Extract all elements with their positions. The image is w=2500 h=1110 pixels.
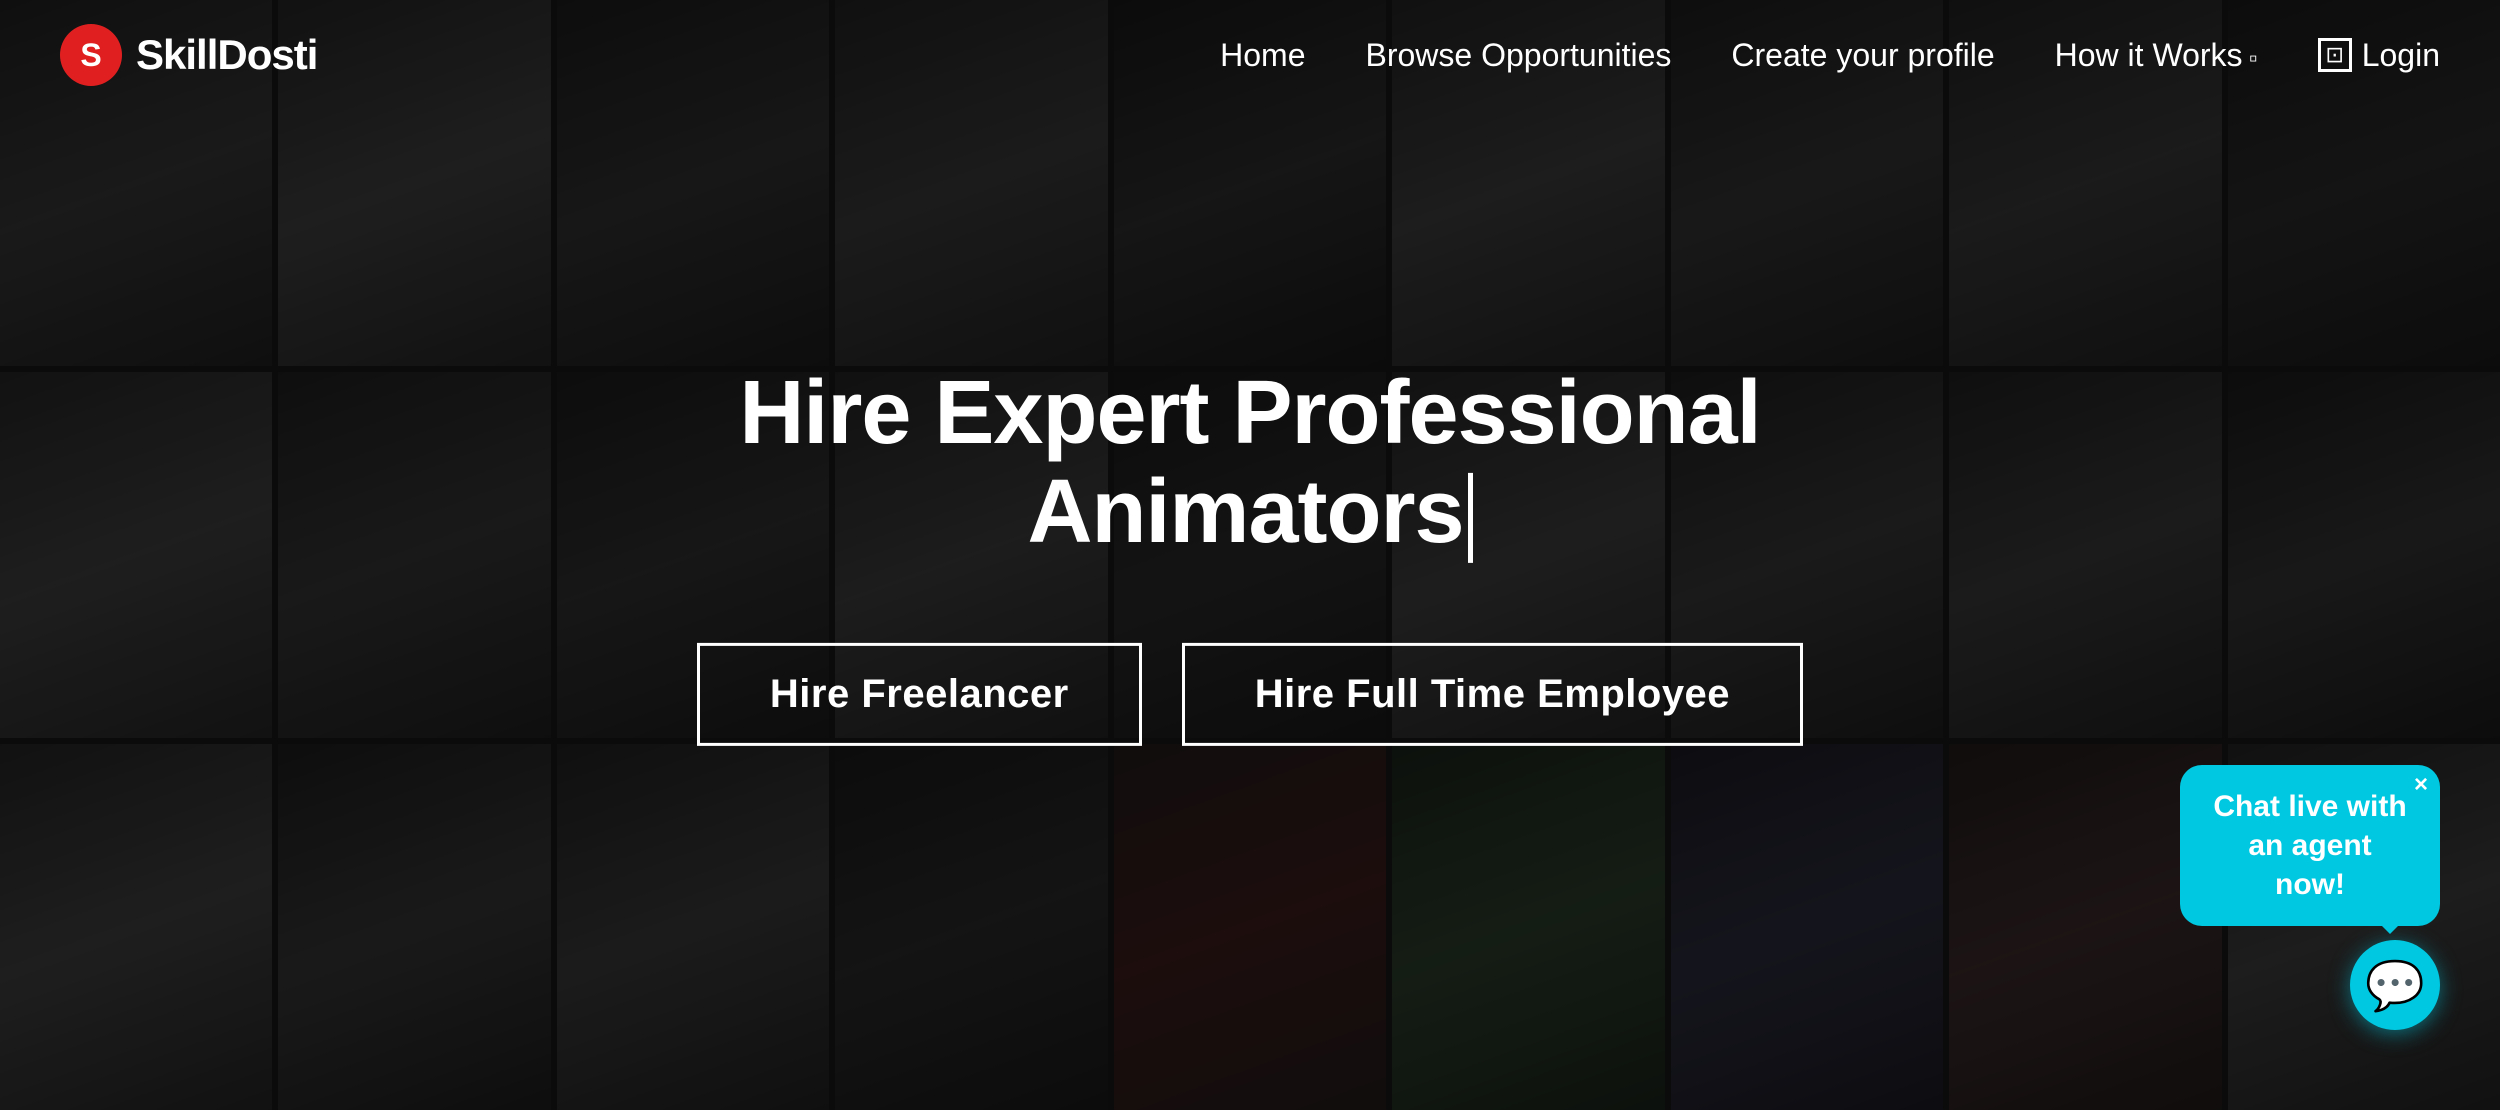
nav-profile[interactable]: Create your profile [1731, 37, 1994, 74]
login-icon: ⊡ [2318, 38, 2352, 72]
hero-title: Hire Expert Professional Animators [550, 364, 1950, 563]
navbar: S SkillDosti Home Browse Opportunities C… [0, 0, 2500, 110]
nav-home[interactable]: Home [1220, 37, 1305, 74]
chat-agent-icon: 💬 [2365, 957, 2425, 1014]
brand-name: SkillDosti [136, 31, 317, 79]
chat-bubble[interactable]: × Chat live with an agent now! [2180, 765, 2440, 926]
chat-bubble-text: Chat live with an agent now! [2213, 790, 2406, 901]
hire-fulltime-button[interactable]: Hire Full Time Employee [1182, 643, 1803, 746]
nav-links: Home Browse Opportunities Create your pr… [1220, 37, 2440, 74]
chat-avatar-button[interactable]: 💬 [2350, 940, 2440, 1030]
nav-how-it-works[interactable]: How it Works [2055, 37, 2258, 74]
hero-buttons: Hire Freelancer Hire Full Time Employee [550, 643, 1950, 746]
cursor-blink [1468, 473, 1473, 563]
nav-login[interactable]: ⊡ Login [2318, 37, 2440, 74]
nav-browse[interactable]: Browse Opportunities [1365, 37, 1671, 74]
close-icon[interactable]: × [2414, 773, 2428, 797]
logo-link[interactable]: S SkillDosti [60, 24, 317, 86]
hero-section: S SkillDosti Home Browse Opportunities C… [0, 0, 2500, 1110]
hire-freelancer-button[interactable]: Hire Freelancer [697, 643, 1142, 746]
logo-icon: S [60, 24, 122, 86]
chat-widget: × Chat live with an agent now! 💬 [2180, 765, 2440, 1030]
nav-login-label: Login [2362, 37, 2440, 74]
hero-content: Hire Expert Professional Animators Hire … [550, 364, 1950, 746]
